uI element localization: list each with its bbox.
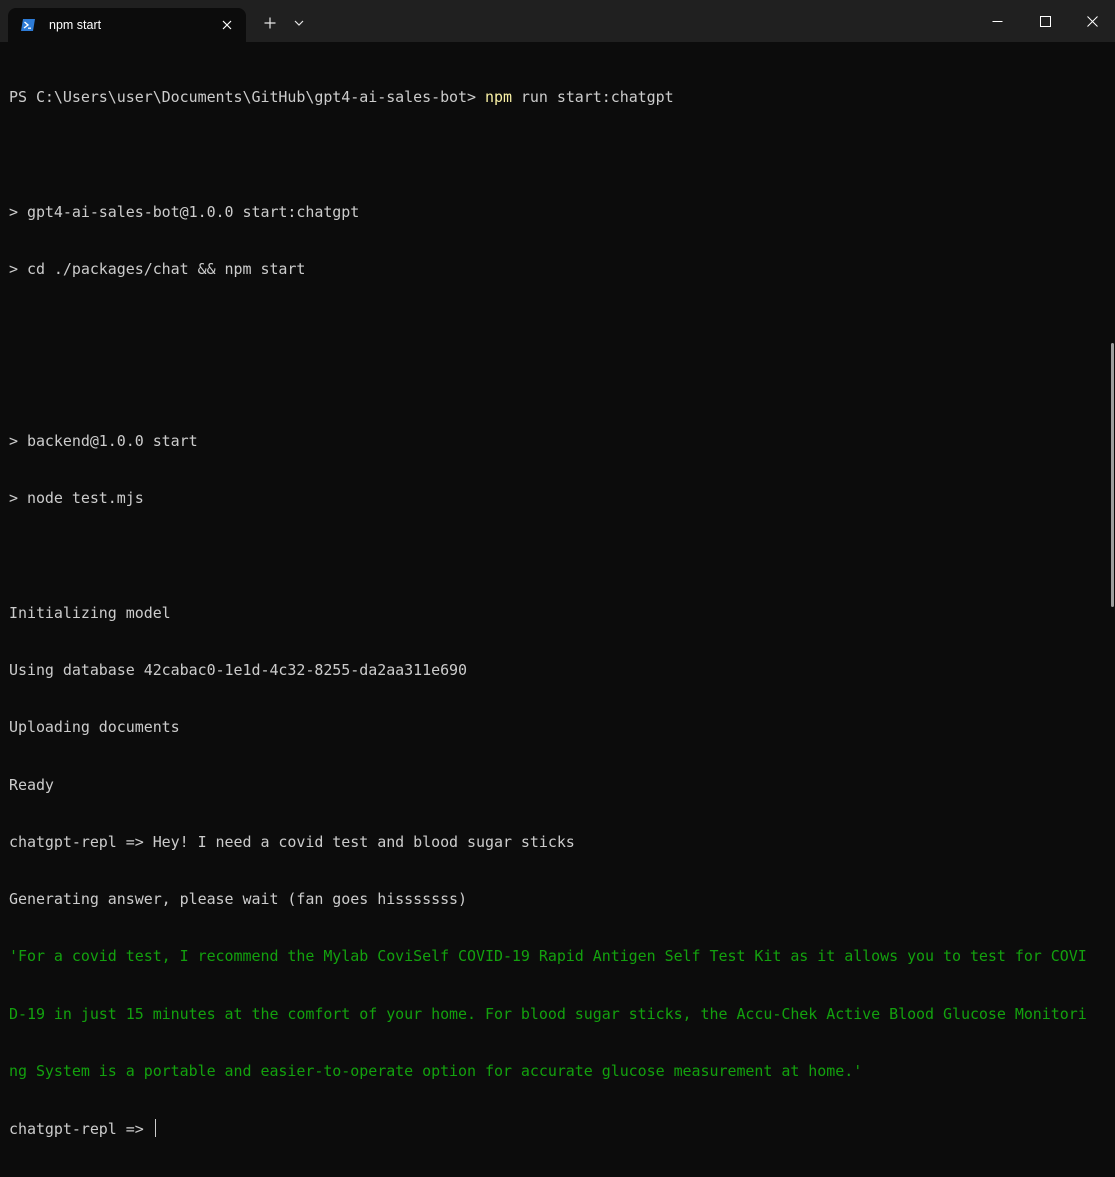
answer-line: 'For a covid test, I recommend the Mylab… <box>9 947 1087 966</box>
minimize-button[interactable] <box>974 0 1020 42</box>
text-cursor <box>154 1119 157 1138</box>
maximize-button[interactable] <box>1022 0 1068 42</box>
close-tab-icon[interactable] <box>218 16 236 34</box>
close-window-button[interactable] <box>1069 0 1115 42</box>
tab-npm-start[interactable]: npm start <box>8 8 246 42</box>
powershell-icon <box>20 17 36 33</box>
output-line: > backend@1.0.0 start <box>9 431 198 450</box>
output-line: Initializing model <box>9 603 171 622</box>
minimize-icon <box>992 20 1002 22</box>
output-line: Using database 42cabac0-1e1d-4c32-8255-d… <box>9 661 468 679</box>
input-line[interactable]: chatgpt-repl => <box>9 1119 1115 1138</box>
tab-title: npm start <box>49 18 102 32</box>
output-line: > node test.mjs <box>9 489 144 508</box>
output-line: > gpt4-ai-sales-bot@1.0.0 start:chatgpt <box>9 202 360 221</box>
command-line: PS C:\Users\user\Documents\GitHub\gpt4-a… <box>9 88 1115 107</box>
close-icon <box>1086 15 1098 27</box>
new-tab-plus-icon[interactable] <box>260 13 280 33</box>
shell-prompt: PS C:\Users\user\Documents\GitHub\gpt4-a… <box>9 88 485 107</box>
scrollbar[interactable] <box>1111 343 1114 607</box>
output-line: Ready <box>9 775 54 794</box>
command-arguments: run start:chatgpt <box>511 88 674 107</box>
output-line: > cd ./packages/chat && npm start <box>9 260 306 279</box>
chevron-down-icon[interactable] <box>290 14 308 32</box>
output-line: chatgpt-repl => Hey! I need a covid test… <box>9 832 575 851</box>
answer-line: D-19 in just 15 minutes at the comfort o… <box>9 1004 1087 1023</box>
output-line: Generating answer, please wait (fan goes… <box>9 890 468 909</box>
terminal-window: npm start PS C:\Users\user\Documents\Git… <box>0 0 1115 1138</box>
command-executable: npm <box>484 88 512 107</box>
output-line: Uploading documents <box>9 718 180 737</box>
title-bar: npm start <box>0 0 1115 42</box>
terminal-output[interactable]: PS C:\Users\user\Documents\GitHub\gpt4-a… <box>0 42 1115 1138</box>
repl-prompt: chatgpt-repl => <box>9 1120 153 1139</box>
maximize-icon <box>1039 15 1051 27</box>
answer-line: ng System is a portable and easier-to-op… <box>9 1061 863 1080</box>
